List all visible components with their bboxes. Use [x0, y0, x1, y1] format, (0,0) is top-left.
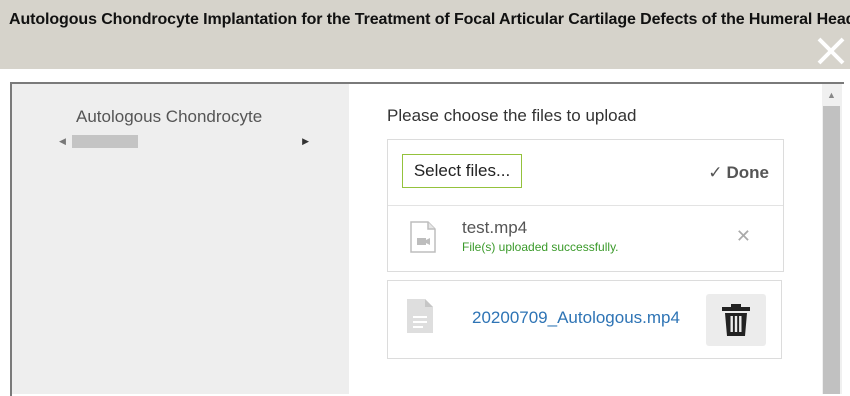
uploaded-file-row: test.mp4 File(s) uploaded successfully. … — [388, 206, 783, 271]
dialog-title: Autologous Chondrocyte Implantation for … — [9, 11, 850, 28]
scroll-left-icon[interactable]: ◀ — [59, 136, 66, 147]
scroll-up-icon[interactable]: ▲ — [827, 90, 836, 100]
close-button[interactable] — [816, 36, 846, 66]
video-file-icon — [410, 221, 436, 253]
attachment-card: 20200709_Autologous.mp4 — [387, 280, 782, 359]
document-icon — [407, 299, 433, 333]
close-icon — [817, 37, 845, 65]
delete-attachment-button[interactable] — [706, 294, 766, 346]
vertical-scrollbar[interactable]: ▲ — [822, 84, 842, 394]
remove-file-button[interactable]: ✕ — [736, 226, 751, 247]
upload-widget: Select files... ✓ Done test.mp4 File(s) u… — [387, 139, 784, 272]
upload-prompt: Please choose the files to upload — [387, 106, 637, 125]
check-icon: ✓ — [708, 163, 723, 182]
done-label: Done — [726, 163, 770, 182]
uploaded-file-name: test.mp4 — [462, 218, 528, 237]
horizontal-scrollbar[interactable]: ◀ ▶ — [59, 133, 309, 151]
right-pane: Please choose the files to upload Select… — [349, 84, 823, 394]
done-button[interactable]: ✓ Done — [708, 163, 769, 183]
left-pane: Autologous Chondrocyte ◀ ▶ — [12, 84, 349, 394]
dialog-titlebar: Autologous Chondrocyte Implantation for … — [0, 0, 850, 69]
vertical-scroll-thumb[interactable] — [823, 106, 840, 394]
horizontal-scroll-thumb[interactable] — [72, 135, 138, 148]
attachment-link[interactable]: 20200709_Autologous.mp4 — [472, 308, 680, 328]
trash-icon — [722, 304, 750, 336]
scroll-right-icon[interactable]: ▶ — [302, 136, 309, 147]
upload-header: Select files... ✓ Done — [388, 140, 783, 206]
upload-status: File(s) uploaded successfully. — [462, 240, 619, 254]
close-icon: ✕ — [735, 226, 751, 246]
select-files-button[interactable]: Select files... — [402, 154, 522, 188]
left-pane-label: Autologous Chondrocyte — [76, 107, 263, 126]
